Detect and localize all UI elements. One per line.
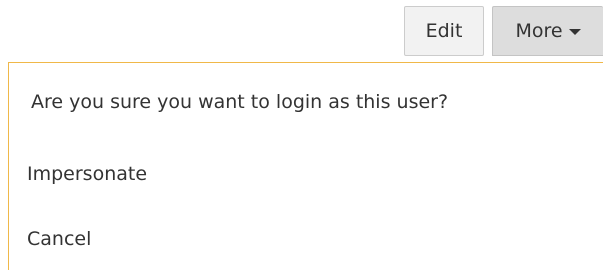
cancel-menu-item[interactable]: Cancel — [27, 228, 91, 250]
confirm-message: Are you sure you want to login as this u… — [31, 91, 449, 113]
more-button-label: More — [515, 20, 563, 42]
edit-button-label: Edit — [425, 20, 463, 42]
caret-down-icon — [568, 29, 581, 35]
impersonate-panel: Edit More Are you sure you want to login… — [0, 0, 603, 270]
impersonate-menu-item[interactable]: Impersonate — [27, 163, 147, 185]
more-dropdown-button[interactable]: More — [492, 6, 603, 56]
more-dropdown-menu: Are you sure you want to login as this u… — [8, 62, 603, 270]
edit-button[interactable]: Edit — [404, 6, 484, 56]
